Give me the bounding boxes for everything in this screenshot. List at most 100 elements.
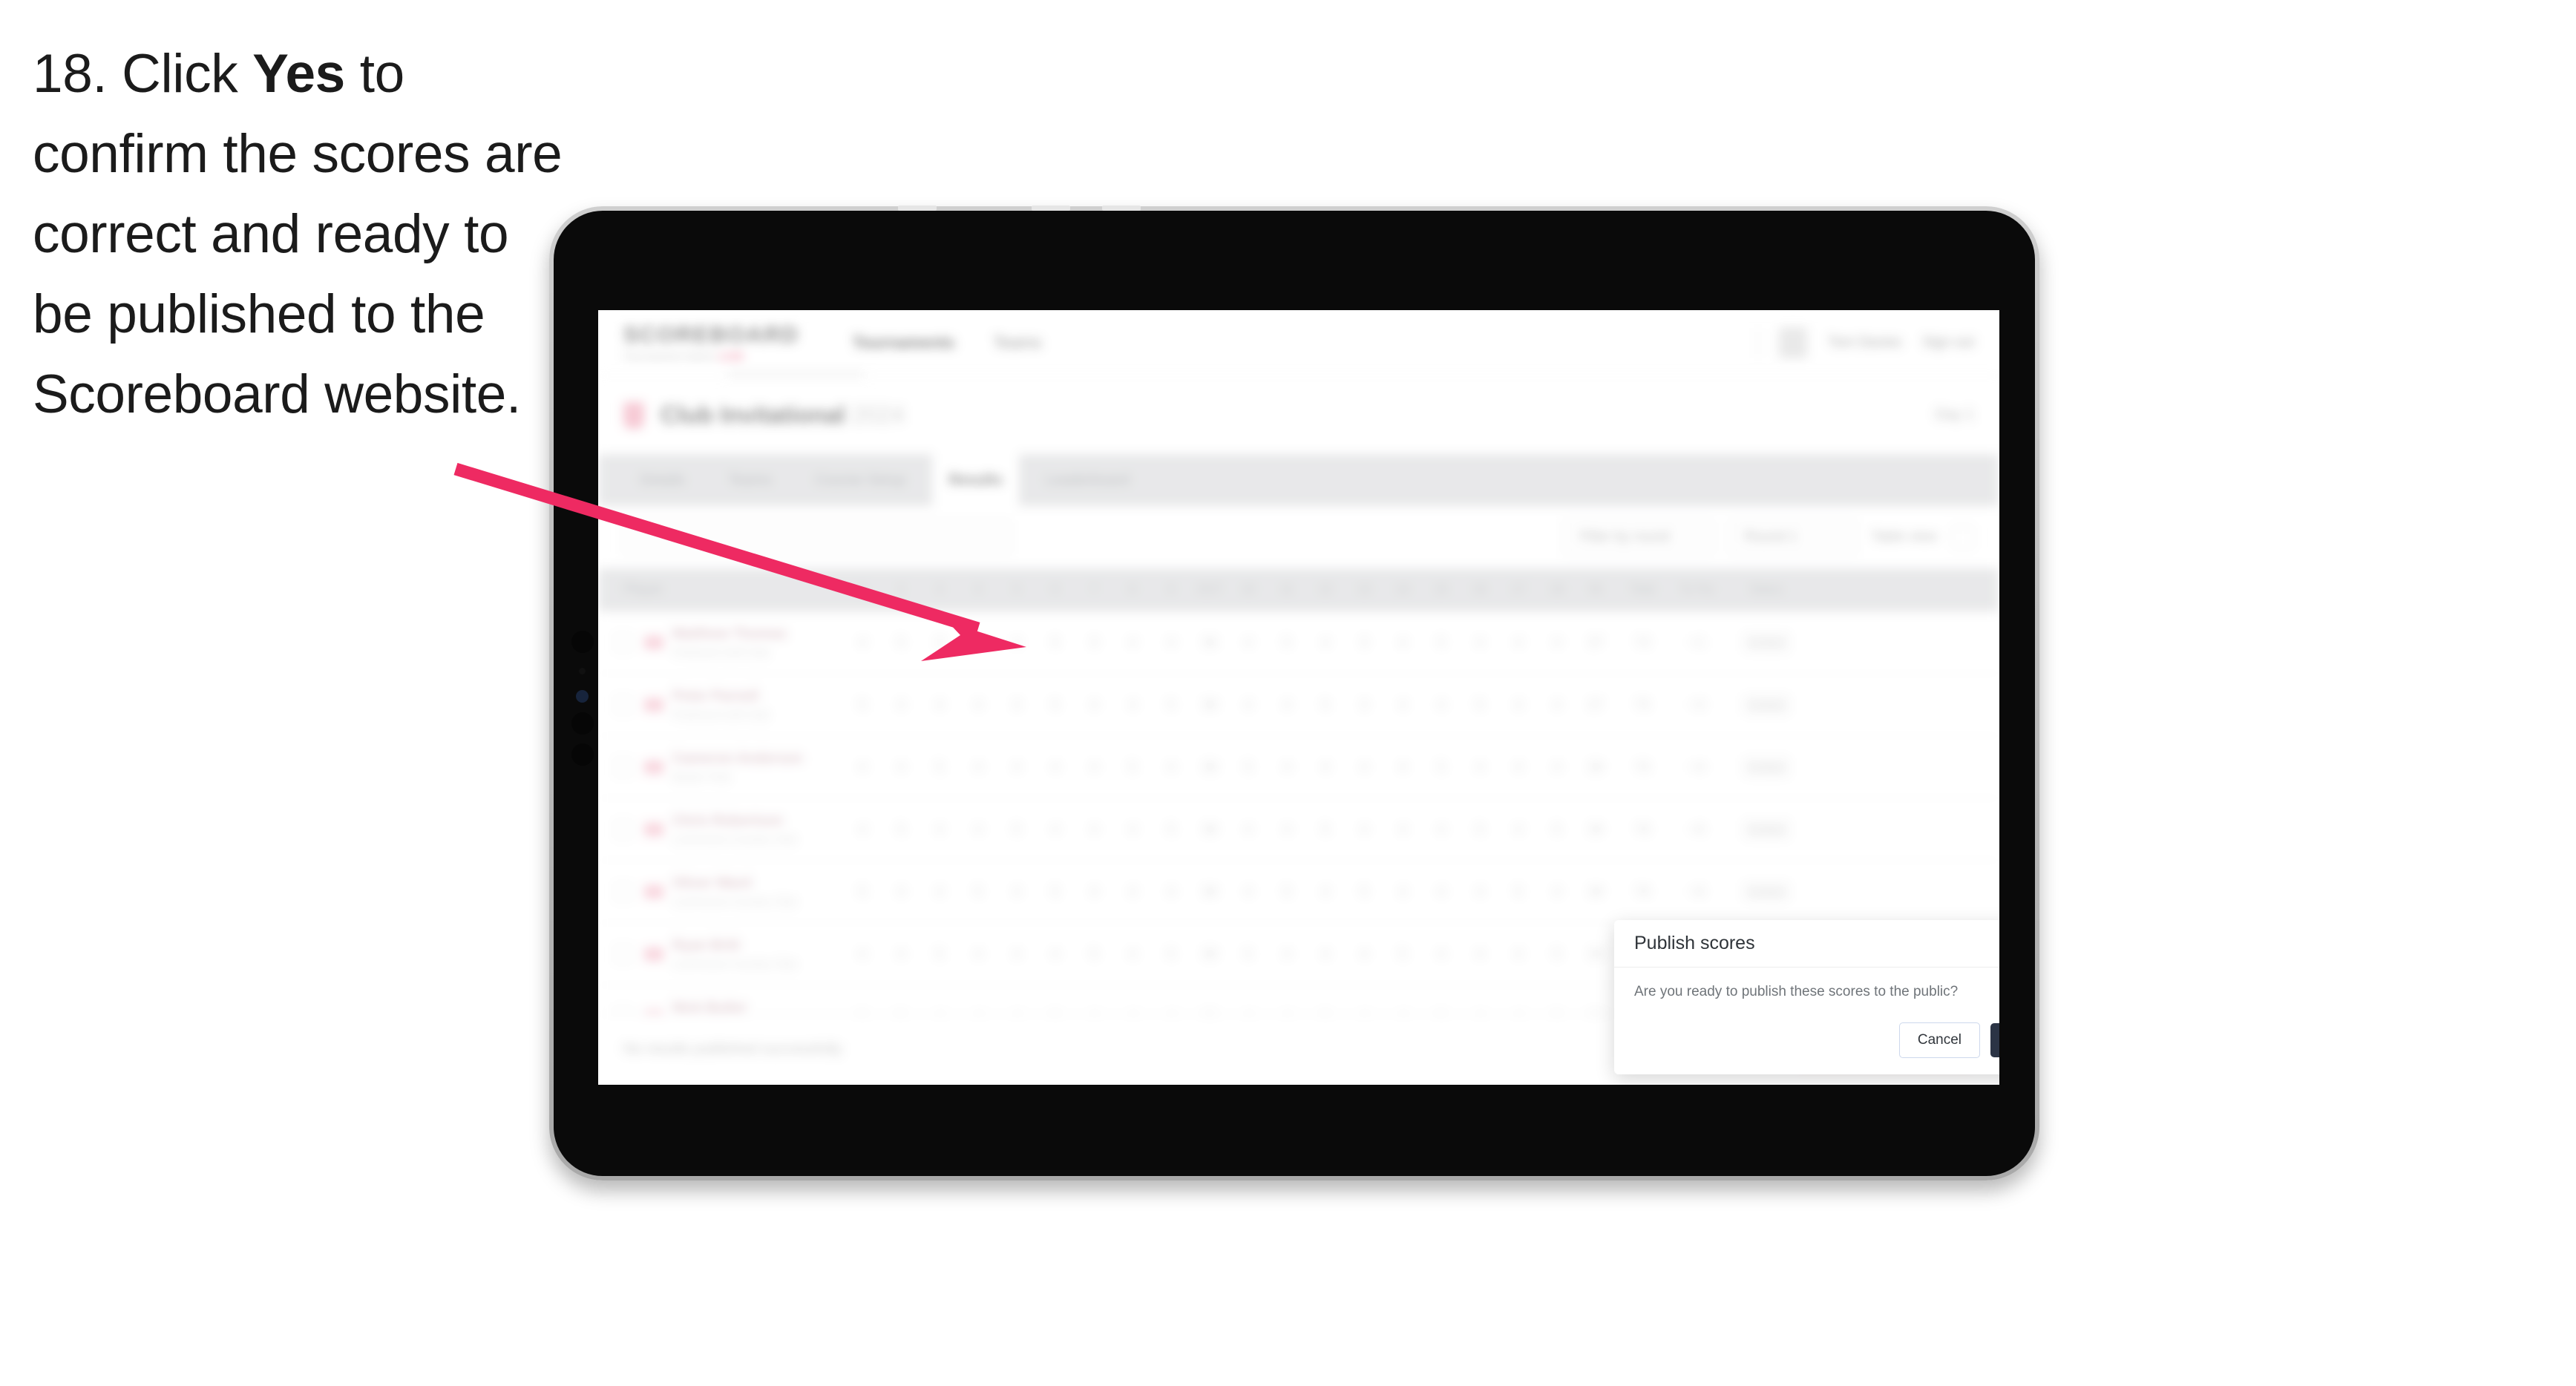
score-cell[interactable]: 5 — [1306, 697, 1345, 712]
yes-button[interactable]: Yes — [1990, 1023, 1999, 1057]
score-cell[interactable]: 4 — [1345, 822, 1383, 837]
score-cell[interactable]: 4 — [1306, 635, 1345, 650]
score-cell[interactable]: 4 — [1499, 697, 1538, 712]
score-cell[interactable]: 4 — [1461, 635, 1499, 650]
score-cell[interactable]: 5 — [1422, 760, 1461, 775]
score-cell[interactable]: 4 — [1461, 947, 1499, 962]
search-input[interactable] — [623, 520, 1011, 554]
score-cell[interactable]: 4 — [1229, 822, 1268, 837]
score-cell[interactable]: 5 — [1152, 822, 1190, 837]
score-cell[interactable]: 5 — [1422, 635, 1461, 650]
score-cell[interactable]: 4 — [959, 760, 997, 775]
row-checkbox[interactable] — [614, 633, 632, 651]
score-cell[interactable]: 5 — [882, 635, 920, 650]
score-cell[interactable]: 4 — [920, 822, 959, 837]
score-cell[interactable]: 3 — [1345, 635, 1383, 650]
score-cell[interactable]: 39 — [1190, 947, 1229, 962]
score-cell[interactable]: 5 — [1268, 635, 1306, 650]
score-cell[interactable]: 4 — [1113, 635, 1152, 650]
score-cell[interactable]: 5 — [1075, 947, 1113, 962]
score-cell[interactable]: 4 — [1383, 884, 1422, 899]
nav-item-teams[interactable]: Teams — [993, 333, 1041, 352]
table-row[interactable]: Peter Parnell Pinehurst Golf Club 5 4 4 4 3 5 4 4… — [598, 674, 1999, 736]
score-cell[interactable]: 4 — [1075, 697, 1113, 712]
score-cell[interactable]: 5 — [1306, 822, 1345, 837]
score-cell[interactable]: 4 — [1152, 760, 1190, 775]
score-cell[interactable]: 5 — [882, 822, 920, 837]
score-cell[interactable]: 5 — [1152, 697, 1190, 712]
score-cell[interactable]: 4 — [1383, 760, 1422, 775]
score-cell[interactable]: 5 — [1461, 822, 1499, 837]
score-cell[interactable]: 4 — [1152, 884, 1190, 899]
score-cell[interactable]: 4 — [882, 947, 920, 962]
score-cell[interactable]: 4 — [1422, 697, 1461, 712]
score-cell[interactable]: 4 — [1306, 947, 1345, 962]
score-cell[interactable]: 3 — [997, 697, 1036, 712]
score-cell[interactable]: 4 — [1075, 822, 1113, 837]
score-cell[interactable]: 4 — [1422, 947, 1461, 962]
table-row[interactable]: Chris Robertson Lochmoore Country Club 4 5 4… — [598, 798, 1999, 861]
filter-view-label[interactable]: Table view — [1871, 529, 1937, 545]
score-cell[interactable]: 5 — [1036, 635, 1075, 650]
score-cell[interactable]: 4 — [1229, 884, 1268, 899]
score-cell[interactable]: 38 — [1190, 760, 1229, 775]
score-cell[interactable]: 4 — [1036, 760, 1075, 775]
score-cell[interactable]: 5 — [997, 822, 1036, 837]
score-cell[interactable]: 4 — [843, 760, 882, 775]
score-cell[interactable]: 4 — [882, 884, 920, 899]
score-cell[interactable]: 5 — [1036, 884, 1075, 899]
score-cell[interactable]: 4 — [1383, 635, 1422, 650]
filter-round-dropdown[interactable]: Filter by round — [1564, 519, 1714, 555]
score-cell[interactable]: 4 — [1306, 884, 1345, 899]
score-cell[interactable]: 5 — [1538, 822, 1576, 837]
score-cell[interactable]: 4 — [843, 822, 882, 837]
score-cell[interactable]: 5 — [1152, 947, 1190, 962]
row-checkbox[interactable] — [614, 758, 632, 776]
score-cell[interactable]: 4 — [1499, 635, 1538, 650]
score-cell[interactable]: 4 — [1383, 697, 1422, 712]
avatar[interactable] — [1779, 326, 1808, 358]
score-cell[interactable]: 4 — [843, 947, 882, 962]
score-cell[interactable]: 4 — [959, 635, 997, 650]
score-cell[interactable]: 4 — [1268, 760, 1306, 775]
score-cell[interactable]: 4 — [1229, 697, 1268, 712]
tab-teams[interactable]: Teams — [712, 463, 788, 498]
tab-details[interactable]: Details — [623, 463, 701, 498]
score-cell[interactable]: 4 — [1075, 760, 1113, 775]
score-cell[interactable]: 5 — [1229, 760, 1268, 775]
score-cell[interactable]: 4 — [1538, 884, 1576, 899]
nav-item-tournaments[interactable]: Tournaments — [853, 333, 955, 352]
score-cell[interactable]: 4 — [1113, 822, 1152, 837]
score-cell[interactable]: 38 — [1190, 697, 1229, 712]
row-checkbox[interactable] — [614, 945, 632, 963]
tab-results[interactable]: Results — [932, 445, 1019, 515]
score-cell[interactable]: 5 — [843, 884, 882, 899]
filter-round-number-dropdown[interactable]: Round 1 — [1728, 519, 1857, 555]
score-cell[interactable]: 5 — [1268, 884, 1306, 899]
grid-icon[interactable] — [1952, 526, 1974, 548]
score-cell[interactable]: 4 — [1499, 822, 1538, 837]
score-cell[interactable]: 4 — [882, 697, 920, 712]
score-cell[interactable]: 4 — [882, 760, 920, 775]
score-cell[interactable]: 5 — [843, 697, 882, 712]
table-row[interactable]: Cameron Anderson Baxter Park 4 4 5 4 4 4 4 5 4 38 5 4… — [598, 736, 1999, 798]
score-cell[interactable]: 4 — [1036, 947, 1075, 962]
score-cell[interactable]: 4 — [1538, 697, 1576, 712]
score-cell[interactable]: 39 — [1190, 822, 1229, 837]
cancel-button[interactable]: Cancel — [1898, 1022, 1980, 1058]
score-cell[interactable]: 37 — [1576, 697, 1615, 712]
score-cell[interactable]: 4 — [1229, 635, 1268, 650]
tab-leaderboard[interactable]: Leaderboard — [1029, 463, 1146, 498]
score-cell[interactable]: 4 — [1268, 947, 1306, 962]
score-cell[interactable]: 4 — [997, 884, 1036, 899]
score-cell[interactable]: 4 — [959, 822, 997, 837]
score-cell[interactable]: 4 — [1538, 635, 1576, 650]
score-cell[interactable]: 3 — [1345, 697, 1383, 712]
score-cell[interactable]: 4 — [1345, 760, 1383, 775]
score-cell[interactable]: 5 — [1538, 947, 1576, 962]
score-cell[interactable]: 4 — [1113, 947, 1152, 962]
score-cell[interactable]: 5 — [1461, 697, 1499, 712]
score-cell[interactable]: 3 — [1075, 635, 1113, 650]
score-cell[interactable]: 4 — [1113, 884, 1152, 899]
table-row[interactable]: Matthew Thomas Pinehurst Golf Club 4 5 3 4 4 5 3… — [598, 611, 1999, 674]
